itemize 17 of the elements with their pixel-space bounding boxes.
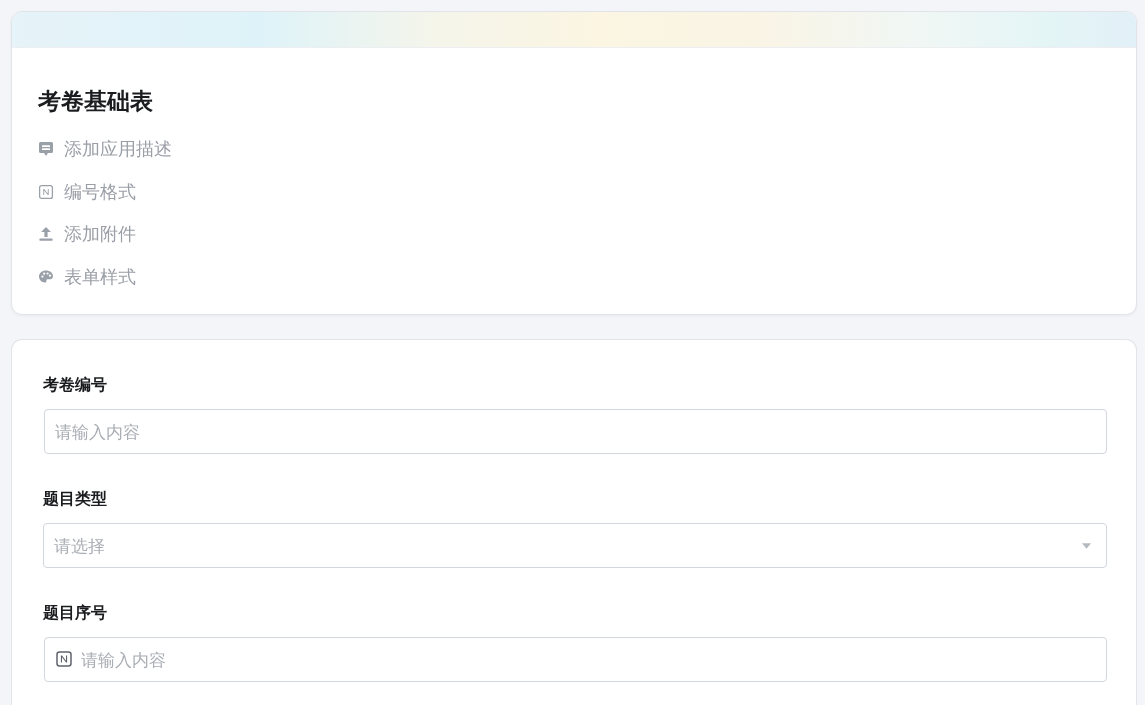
caret-icon: [1082, 543, 1091, 549]
letter-n-icon: [38, 183, 54, 200]
field-label: 题目类型: [43, 488, 107, 510]
input-field[interactable]: 请输入内容: [44, 409, 1107, 454]
comment-icon: [38, 141, 54, 158]
input-field[interactable]: 请输入内容: [44, 637, 1107, 682]
numbering-format-link[interactable]: 编号格式: [38, 170, 136, 213]
form-style-link[interactable]: 表单样式: [38, 255, 136, 298]
palette-icon: [38, 268, 54, 285]
upload-icon: [38, 226, 54, 243]
description-link[interactable]: 添加应用描述: [38, 128, 172, 171]
attachment-link[interactable]: 添加附件: [38, 213, 136, 256]
select-field[interactable]: 请选择: [43, 523, 1107, 568]
form-title: 考卷基础表: [38, 87, 153, 116]
field-label: 题目序号: [43, 602, 107, 624]
letter-n-icon: [56, 651, 72, 667]
field-label: 考卷编号: [43, 374, 107, 396]
